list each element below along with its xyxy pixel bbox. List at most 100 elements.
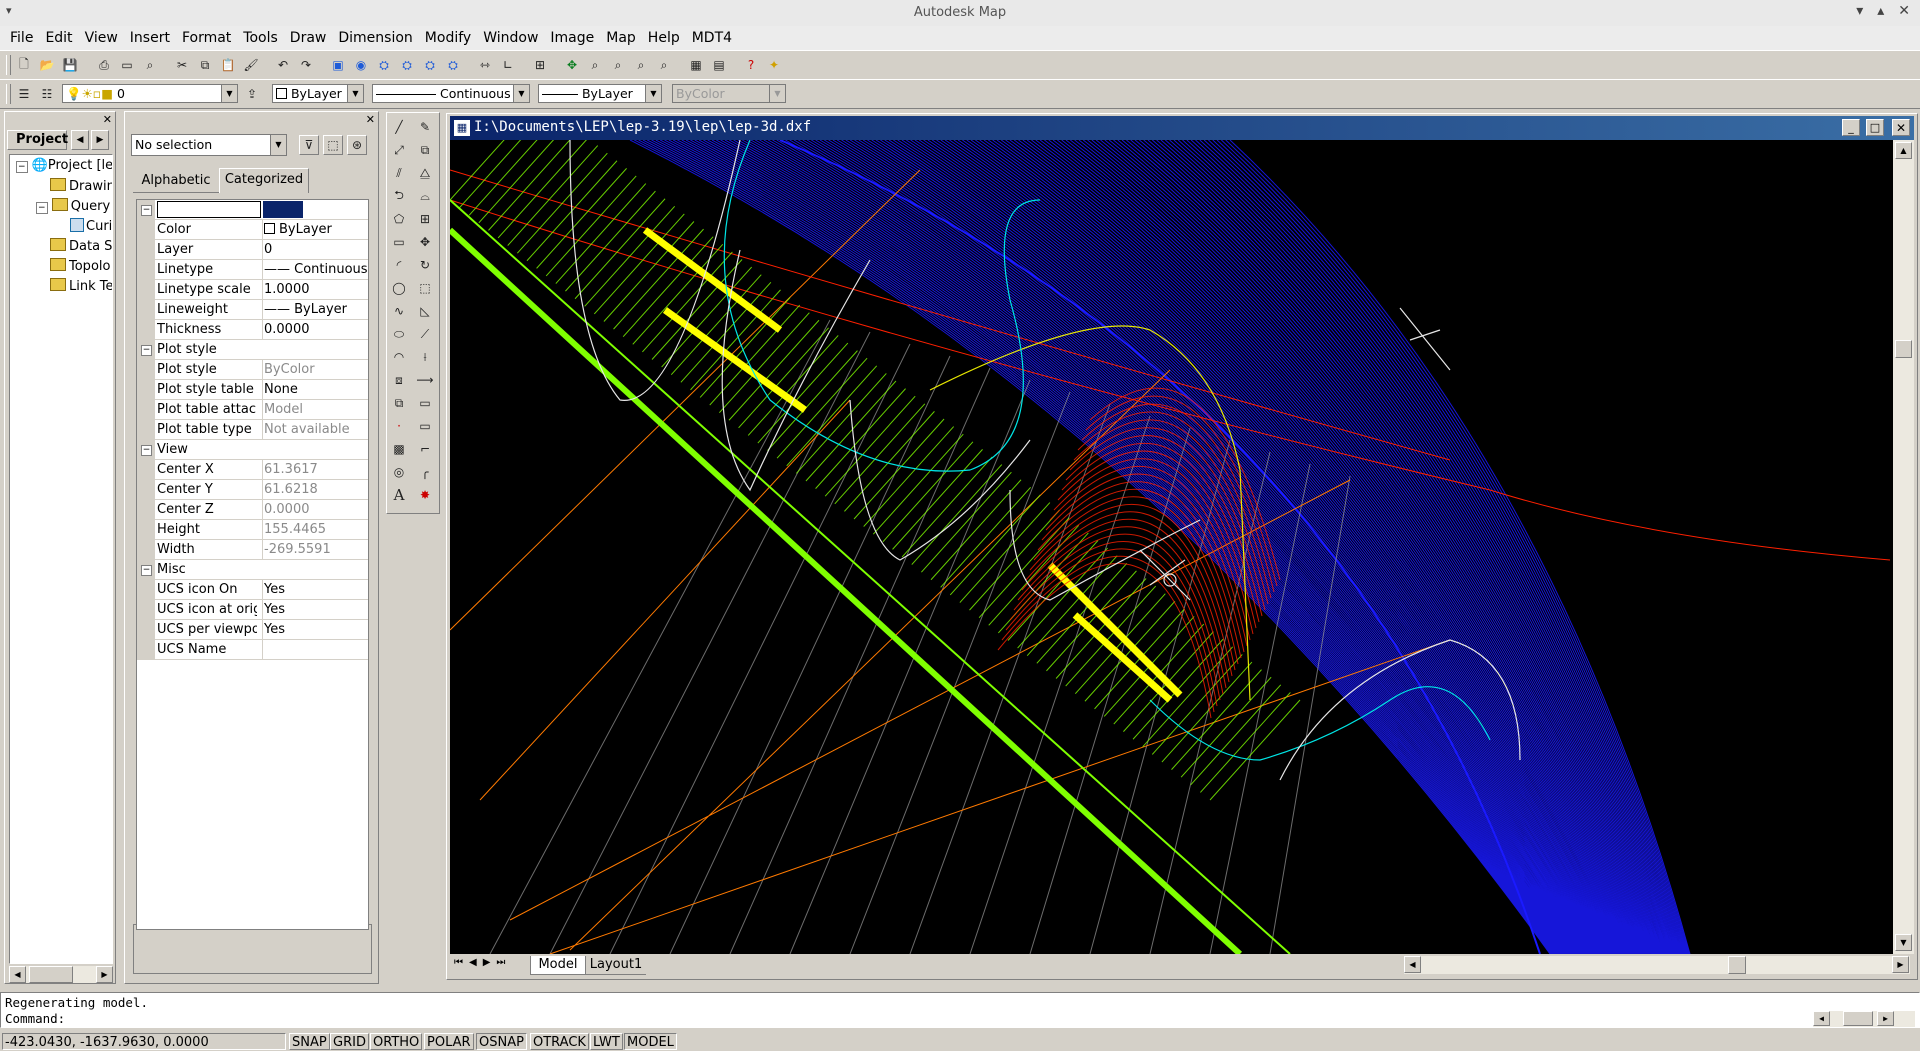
selection-combo[interactable]: No selection ▼	[131, 134, 287, 156]
property-row[interactable]: Lineweight —— ByLayer	[137, 300, 368, 320]
zoom-window-icon[interactable]: ⌕	[608, 55, 628, 75]
collapse-icon[interactable]: −	[141, 445, 152, 456]
menu-draw[interactable]: Draw	[284, 30, 333, 46]
tab-project[interactable]: Project	[7, 130, 68, 150]
menu-image[interactable]: Image	[544, 30, 600, 46]
property-value[interactable]: Yes	[264, 622, 368, 637]
property-value[interactable]: 0.0000	[264, 502, 368, 517]
map-tool-1-icon[interactable]: ⛭	[374, 55, 394, 75]
insert-block-icon[interactable]: ⧈	[389, 370, 409, 390]
aerial-view-icon[interactable]: ⊞	[530, 55, 550, 75]
properties-icon[interactable]: ▣	[328, 55, 348, 75]
property-row[interactable]: Thickness 0.0000	[137, 320, 368, 340]
column-divider[interactable]	[262, 260, 263, 280]
map-tool-4-icon[interactable]: ⛭	[443, 55, 463, 75]
spline-icon[interactable]: ∿	[389, 301, 409, 321]
fillet-icon[interactable]: ╭	[415, 462, 435, 482]
column-divider[interactable]	[262, 300, 263, 320]
column-divider[interactable]	[262, 480, 263, 500]
today-icon[interactable]: ✦	[764, 55, 784, 75]
property-row[interactable]: UCS Name	[137, 640, 368, 660]
menu-modify[interactable]: Modify	[419, 30, 477, 46]
column-divider[interactable]	[262, 600, 263, 620]
layer-tool-icon[interactable]: ▤	[709, 55, 729, 75]
property-value[interactable]: ByLayer	[279, 222, 332, 237]
scroll-left-icon[interactable]: ◀	[1813, 1011, 1830, 1026]
tree-item-data-sources[interactable]: Data S	[50, 238, 112, 254]
property-row[interactable]: Layer 0	[137, 240, 368, 260]
property-category-row[interactable]: − Misc	[137, 560, 368, 580]
property-header-row[interactable]: −	[137, 200, 368, 220]
scroll-right-icon[interactable]: ▶	[1877, 1011, 1894, 1026]
scroll-left-icon[interactable]: ◀	[1404, 956, 1421, 973]
save-icon[interactable]: 💾	[60, 55, 80, 75]
model-toggle[interactable]: MODEL	[624, 1033, 677, 1050]
offset-icon[interactable]: ⌓	[415, 186, 435, 206]
property-value[interactable]: -269.5591	[264, 542, 368, 557]
property-category-row[interactable]: − View	[137, 440, 368, 460]
command-prompt[interactable]: Command:	[5, 1011, 65, 1026]
menu-map[interactable]: Map	[600, 30, 642, 46]
column-divider[interactable]	[262, 380, 263, 400]
property-row[interactable]: Center Y 61.6218	[137, 480, 368, 500]
erase-icon[interactable]: ✎	[415, 117, 435, 137]
model-space-canvas[interactable]	[450, 140, 1893, 954]
column-divider[interactable]	[262, 500, 263, 520]
find-icon[interactable]: ⌕	[140, 55, 160, 75]
property-value[interactable]: Yes	[264, 602, 368, 617]
pan-icon[interactable]: ✥	[562, 55, 582, 75]
distance-icon[interactable]: ⇿	[475, 55, 495, 75]
chevron-down-icon[interactable]: ▼	[347, 85, 363, 102]
drawing-hscrollbar[interactable]: ◀ ▶	[1404, 956, 1910, 974]
column-divider[interactable]	[262, 220, 263, 240]
property-value[interactable]: None	[264, 382, 368, 397]
scroll-right-icon[interactable]: ▶	[96, 966, 113, 983]
close-icon[interactable]: ✕	[103, 113, 112, 126]
property-row[interactable]: Linetype scale 1.0000	[137, 280, 368, 300]
property-row[interactable]: Center X 61.3617	[137, 460, 368, 480]
mirror-icon[interactable]: ⧋	[415, 163, 435, 183]
scroll-thumb[interactable]	[29, 966, 73, 983]
autocad-doc-icon[interactable]: ▦	[454, 120, 470, 136]
menu-help[interactable]: Help	[642, 30, 686, 46]
tab-alphabetic[interactable]: Alphabetic	[133, 170, 219, 193]
scroll-up-icon[interactable]: ▲	[1895, 142, 1912, 159]
polyline-icon[interactable]: ⮌	[389, 186, 409, 206]
match-properties-icon[interactable]: 🖌	[241, 55, 261, 75]
property-value[interactable]: 61.3617	[264, 462, 368, 477]
toggle-pickadd-icon[interactable]: ⊽	[299, 135, 319, 155]
new-file-icon[interactable]: 🗋	[14, 55, 34, 75]
circle-icon[interactable]: ◯	[389, 278, 409, 298]
chamfer-icon[interactable]: ⌐	[415, 439, 435, 459]
property-value[interactable]: Yes	[264, 582, 368, 597]
chevron-down-icon[interactable]: ▼	[513, 85, 529, 102]
print-preview-icon[interactable]: ▭	[117, 55, 137, 75]
menu-edit[interactable]: Edit	[39, 30, 78, 46]
property-row[interactable]: Plot table attached to Model	[137, 400, 368, 420]
trim-icon[interactable]: ⟊	[415, 347, 435, 367]
property-row[interactable]: UCS icon at origin Yes	[137, 600, 368, 620]
ucs-icon[interactable]: ∟	[498, 55, 518, 75]
column-divider[interactable]	[262, 420, 263, 440]
stretch-icon[interactable]: ◺	[415, 301, 435, 321]
tree-item-topologies[interactable]: Topolo	[50, 258, 110, 274]
design-center-icon[interactable]: ◉	[351, 55, 371, 75]
menu-insert[interactable]: Insert	[124, 30, 176, 46]
collapse-icon[interactable]: −	[141, 345, 152, 356]
region-icon[interactable]: ◎	[389, 462, 409, 482]
property-value[interactable]: —— ByLayer	[264, 302, 368, 317]
property-value[interactable]: —— Continuous	[264, 262, 368, 277]
column-divider[interactable]	[262, 640, 263, 660]
menu-window[interactable]: Window	[477, 30, 544, 46]
map-tool-2-icon[interactable]: ⛭	[397, 55, 417, 75]
menu-mdt4[interactable]: MDT4	[686, 30, 738, 46]
zoom-previous-icon[interactable]: ⌕	[631, 55, 651, 75]
doc-close-icon[interactable]: ✕	[1892, 119, 1910, 136]
tab-scroll-left-icon[interactable]: ◀	[71, 130, 89, 150]
maximize-icon[interactable]: ▴	[1877, 3, 1884, 19]
rectangle-icon[interactable]: ▭	[389, 232, 409, 252]
tree-item-query[interactable]: − Query	[36, 198, 110, 214]
column-divider[interactable]	[262, 520, 263, 540]
tab-scroll-right-icon[interactable]: ▶	[91, 130, 109, 150]
tab-categorized[interactable]: Categorized	[219, 168, 309, 193]
